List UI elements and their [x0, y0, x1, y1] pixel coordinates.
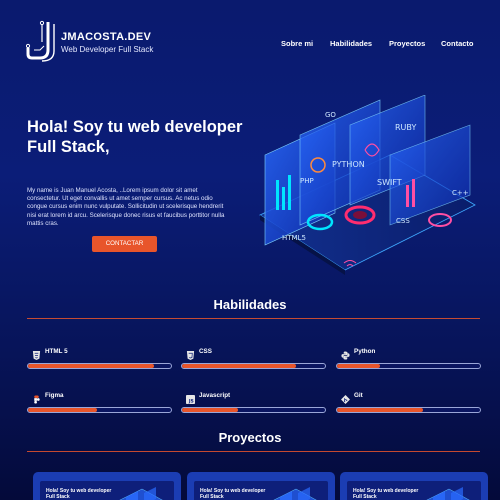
- skill-progress-fill: [28, 408, 97, 412]
- projects-title: Proyectos: [218, 430, 282, 445]
- skill-item: JS Javascript: [181, 391, 326, 421]
- illus-label-css: CSS: [396, 217, 410, 225]
- skill-item: CSS: [181, 347, 326, 377]
- illus-label-ruby: RUBY: [395, 123, 416, 132]
- hero-illustration: GO RUBY PYTHON SWIFT PHP C++ CSS HTML5: [259, 95, 476, 275]
- skill-progress-fill: [182, 364, 297, 368]
- skill-item: Git: [336, 391, 481, 421]
- illus-label-html5: HTML5: [282, 234, 306, 242]
- site-header: JMACOSTA.DEV Web Developer Full Stack So…: [0, 0, 500, 80]
- skill-progress-bar: [336, 363, 481, 369]
- skill-progress-bar: [181, 363, 326, 369]
- illus-label-go: GO: [325, 111, 336, 119]
- jm-logo-icon[interactable]: [26, 20, 60, 62]
- contact-button[interactable]: CONTACTAR: [92, 236, 157, 252]
- skill-item: HTML 5: [27, 347, 172, 377]
- skills-title: Habilidades: [213, 297, 287, 312]
- skill-name: Git: [354, 392, 363, 399]
- hero-description: My name is Juan Manuel Acosta, ..Lorem i…: [27, 187, 225, 227]
- skill-name: Python: [354, 348, 376, 355]
- skill-progress-bar: [27, 407, 172, 413]
- illus-label-swift: SWIFT: [377, 178, 402, 187]
- skill-name: HTML 5: [45, 348, 68, 355]
- project-card-title: Hola! Soy tu web developer Full Stack: [353, 488, 419, 500]
- project-card[interactable]: Hola! Soy tu web developer Full Stack: [33, 472, 181, 500]
- skill-progress-fill: [337, 408, 423, 412]
- skill-name: Figma: [45, 392, 64, 399]
- git-icon: [341, 391, 350, 404]
- nav-item-sobre-mi[interactable]: Sobre mi: [281, 39, 313, 48]
- skill-progress-bar: [27, 363, 172, 369]
- hero-title: Hola! Soy tu web developer Full Stack,: [27, 118, 243, 156]
- project-card-title: Hola! Soy tu web developer Full Stack: [46, 488, 112, 500]
- python-icon: [341, 347, 350, 360]
- skill-progress-fill: [337, 364, 380, 368]
- skills-divider: [27, 318, 480, 319]
- skill-item: Figma: [27, 391, 172, 421]
- brand-name: JMACOSTA.DEV: [61, 31, 152, 43]
- javascript-icon: JS: [186, 391, 195, 405]
- project-card-title: Hola! Soy tu web developer Full Stack: [200, 488, 266, 500]
- nav-item-proyectos[interactable]: Proyectos: [389, 39, 425, 48]
- figma-icon: [32, 391, 41, 404]
- skill-progress-fill: [28, 364, 154, 368]
- brand-subtitle: Web Developer Full Stack: [61, 45, 154, 54]
- skill-item: Python: [336, 347, 481, 377]
- project-preview: Hola! Soy tu web developer Full Stack: [194, 481, 328, 500]
- skill-progress-fill: [182, 408, 238, 412]
- project-card[interactable]: Hola! Soy tu web developer Full Stack: [340, 472, 488, 500]
- nav-item-contacto[interactable]: Contacto: [441, 39, 474, 48]
- skill-progress-bar: [336, 407, 481, 413]
- illus-label-python: PYTHON: [332, 160, 365, 169]
- css3-icon: [186, 347, 195, 360]
- project-preview: Hola! Soy tu web developer Full Stack: [347, 481, 481, 500]
- projects-divider: [27, 451, 480, 452]
- illus-label-php: PHP: [300, 177, 314, 185]
- project-preview: Hola! Soy tu web developer Full Stack: [40, 481, 174, 500]
- project-thumbnail-icon: [426, 487, 470, 500]
- project-thumbnail-icon: [273, 487, 317, 500]
- project-thumbnail-icon: [119, 487, 163, 500]
- skill-name: Javascript: [199, 392, 231, 399]
- svg-text:JS: JS: [188, 399, 194, 404]
- illus-label-cpp: C++: [452, 189, 469, 197]
- skill-progress-bar: [181, 407, 326, 413]
- nav-item-habilidades[interactable]: Habilidades: [330, 39, 372, 48]
- html5-icon: [32, 347, 41, 360]
- project-card[interactable]: Hola! Soy tu web developer Full Stack: [187, 472, 335, 500]
- skill-name: CSS: [199, 348, 212, 355]
